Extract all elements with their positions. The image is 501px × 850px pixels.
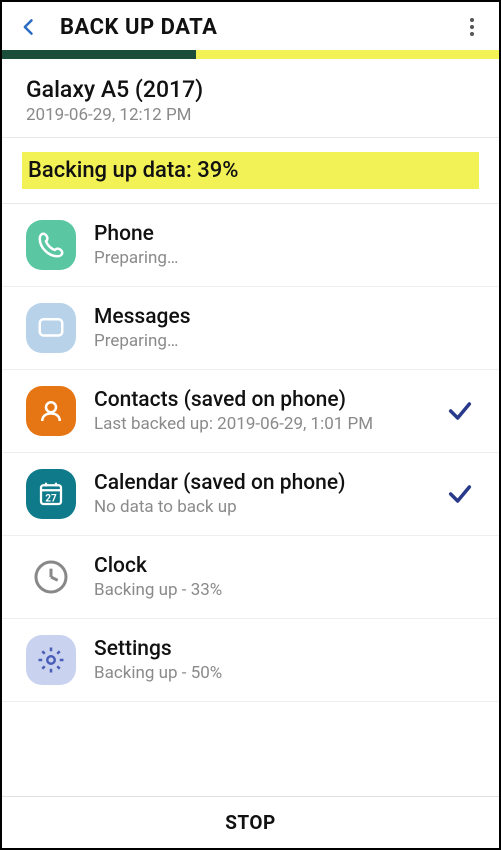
item-status-done bbox=[441, 397, 479, 425]
footer: STOP bbox=[2, 796, 499, 848]
item-title: Contacts (saved on phone) bbox=[94, 388, 441, 412]
dot-icon bbox=[470, 25, 474, 29]
item-subtitle: Backing up - 50% bbox=[94, 663, 441, 683]
item-title: Phone bbox=[94, 222, 441, 246]
item-title: Messages bbox=[94, 305, 441, 329]
item-status-done bbox=[441, 480, 479, 508]
status-section: Backing up data: 39% bbox=[2, 138, 499, 203]
item-title: Clock bbox=[94, 554, 441, 578]
svg-text:27: 27 bbox=[45, 494, 57, 505]
dot-icon bbox=[470, 18, 474, 22]
list-item[interactable]: 27 Calendar (saved on phone) No data to … bbox=[2, 453, 499, 536]
item-title: Calendar (saved on phone) bbox=[94, 471, 441, 495]
item-subtitle: Preparing… bbox=[94, 331, 441, 351]
list-item[interactable]: Phone Preparing… bbox=[2, 204, 499, 287]
item-title: Settings bbox=[94, 637, 441, 661]
settings-icon bbox=[22, 635, 80, 685]
backup-list: Phone Preparing… Messages Preparing… bbox=[2, 204, 499, 796]
item-subtitle: Last backed up: 2019-06-29, 1:01 PM bbox=[94, 414, 441, 434]
item-subtitle: Backing up - 33% bbox=[94, 580, 441, 600]
contacts-icon bbox=[22, 386, 80, 436]
status-text: Backing up data: 39% bbox=[28, 158, 473, 183]
calendar-icon: 27 bbox=[22, 469, 80, 519]
item-subtitle: No data to back up bbox=[94, 497, 441, 517]
list-item[interactable]: Clock Backing up - 33% bbox=[2, 536, 499, 619]
progress-bar bbox=[2, 50, 499, 59]
checkmark-icon bbox=[446, 480, 474, 508]
chevron-left-icon bbox=[19, 17, 39, 37]
page-title: BACK UP DATA bbox=[60, 15, 459, 40]
device-timestamp: 2019-06-29, 12:12 PM bbox=[26, 105, 475, 125]
messages-icon bbox=[22, 303, 80, 353]
item-subtitle: Preparing… bbox=[94, 248, 441, 268]
more-options-button[interactable] bbox=[459, 14, 485, 40]
status-banner: Backing up data: 39% bbox=[22, 152, 479, 189]
list-item[interactable]: Messages Preparing… bbox=[2, 287, 499, 370]
checkmark-icon bbox=[446, 397, 474, 425]
device-info: Galaxy A5 (2017) 2019-06-29, 12:12 PM bbox=[2, 59, 499, 137]
dot-icon bbox=[470, 32, 474, 36]
stop-button[interactable]: STOP bbox=[2, 811, 499, 834]
progress-fill bbox=[2, 50, 196, 59]
list-item[interactable]: Settings Backing up - 50% bbox=[2, 619, 499, 702]
back-button[interactable] bbox=[16, 14, 42, 40]
header: BACK UP DATA bbox=[2, 2, 499, 50]
clock-icon bbox=[22, 552, 80, 602]
phone-icon bbox=[22, 220, 80, 270]
device-name: Galaxy A5 (2017) bbox=[26, 76, 475, 103]
list-item[interactable]: Contacts (saved on phone) Last backed up… bbox=[2, 370, 499, 453]
